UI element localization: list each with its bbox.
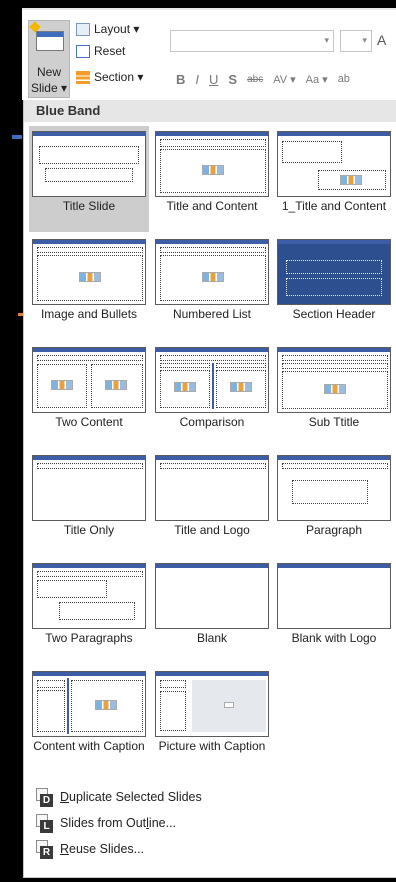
layout-thumbnail bbox=[155, 671, 269, 737]
chevron-down-icon: ▾ bbox=[362, 35, 367, 45]
layout-icon bbox=[76, 22, 90, 36]
layout-tile-comparison[interactable]: Comparison bbox=[152, 342, 272, 448]
layout-tile-title-and-logo[interactable]: Title and Logo bbox=[152, 450, 272, 556]
section-label: Section ▾ bbox=[94, 70, 144, 84]
layout-thumbnail bbox=[277, 131, 391, 197]
layout-tile-section-header[interactable]: Section Header bbox=[274, 234, 394, 340]
underline-button[interactable]: U bbox=[209, 72, 218, 87]
slide-icon bbox=[36, 31, 64, 51]
layout-tile-title-and-content[interactable]: Title and Content bbox=[152, 126, 272, 232]
layout-label: Sub Ttitle bbox=[308, 415, 360, 429]
layout-label: Image and Bullets bbox=[40, 307, 138, 321]
highlight-button[interactable]: ab bbox=[338, 73, 350, 85]
window-edge bbox=[0, 878, 396, 882]
format-toolbar: B I U S abc AV ▾ Aa ▾ ab bbox=[176, 70, 350, 88]
new-slide-dropdown-label: Slide ▾ bbox=[30, 81, 68, 95]
layout-tile-picture-with-caption[interactable]: Picture with Caption bbox=[152, 666, 272, 772]
layout-button[interactable]: Layout ▾ bbox=[76, 20, 139, 38]
layout-label: Picture with Caption bbox=[158, 739, 266, 753]
layout-tile-content-with-caption[interactable]: Content with Caption bbox=[29, 666, 149, 772]
layout-thumbnail bbox=[32, 347, 146, 413]
layout-label: Comparison bbox=[179, 415, 245, 429]
layout-tile-image-and-bullets[interactable]: Image and Bullets bbox=[29, 234, 149, 340]
layout-label: Two Paragraphs bbox=[45, 631, 133, 645]
layout-tile-blank[interactable]: Blank bbox=[152, 558, 272, 664]
reuse-slides-icon: R bbox=[34, 840, 53, 859]
layout-thumbnail bbox=[32, 671, 146, 737]
bold-button[interactable]: B bbox=[176, 72, 185, 87]
slides-from-outline-command[interactable]: L Slides from Outline... bbox=[34, 812, 176, 834]
layout-thumbnail bbox=[32, 131, 146, 197]
app-frame: New Slide ▾ Layout ▾ Reset Section ▾ ▾ ▾… bbox=[0, 0, 396, 882]
chevron-down-icon: ▾ bbox=[324, 35, 329, 45]
layout-thumbnail bbox=[32, 455, 146, 521]
slide-edge-mark bbox=[12, 135, 22, 139]
layout-tile-title-slide[interactable]: Title Slide bbox=[29, 126, 149, 232]
layout-label: Section Header bbox=[292, 307, 376, 321]
command-label: Slides from Outline... bbox=[60, 816, 177, 830]
layout-label: Numbered List bbox=[172, 307, 252, 321]
layout-thumbnail bbox=[277, 347, 391, 413]
layout-label: Title and Logo bbox=[174, 523, 250, 537]
new-slide-label: New bbox=[36, 65, 61, 79]
italic-button[interactable]: I bbox=[195, 72, 199, 87]
layout-thumbnail bbox=[32, 563, 146, 629]
layout-tile-1-title-and-content[interactable]: 1_Title and Content bbox=[274, 126, 394, 232]
layout-label: Title Only bbox=[63, 523, 115, 537]
font-size-combo[interactable]: ▾ bbox=[340, 30, 372, 52]
layout-tile-numbered-list[interactable]: Numbered List bbox=[152, 234, 272, 340]
layout-label: Title Slide bbox=[62, 199, 116, 213]
reset-button[interactable]: Reset bbox=[76, 42, 125, 60]
layout-label: Two Content bbox=[55, 415, 123, 429]
layout-label: 1_Title and Content bbox=[281, 199, 387, 213]
section-button[interactable]: Section ▾ bbox=[76, 68, 143, 86]
layout-thumbnail bbox=[155, 563, 269, 629]
character-spacing-button[interactable]: AV ▾ bbox=[273, 73, 295, 86]
layout-tile-paragraph[interactable]: Paragraph bbox=[274, 450, 394, 556]
layout-label: Title and Content bbox=[166, 199, 258, 213]
new-slide-button[interactable]: New Slide ▾ bbox=[28, 20, 70, 98]
layout-thumbnail bbox=[32, 239, 146, 305]
outline-slides-icon: L bbox=[34, 814, 53, 833]
command-label: Duplicate Selected Slides bbox=[60, 790, 202, 804]
layout-tile-sub-title[interactable]: Sub Ttitle bbox=[274, 342, 394, 448]
layout-gallery-dropdown: Blue Band Title Slide Title and Content bbox=[23, 100, 396, 878]
reset-icon bbox=[76, 44, 90, 58]
layout-thumbnail bbox=[155, 455, 269, 521]
layout-thumbnail bbox=[277, 563, 391, 629]
layout-label: Content with Caption bbox=[33, 739, 145, 753]
shadow-button[interactable]: S bbox=[228, 72, 237, 87]
reuse-slides-command[interactable]: R Reuse Slides... bbox=[34, 838, 144, 860]
layout-thumbnail bbox=[155, 239, 269, 305]
layout-thumbnail bbox=[277, 455, 391, 521]
layout-label: Blank with Logo bbox=[291, 631, 377, 645]
layout-tile-title-only[interactable]: Title Only bbox=[29, 450, 149, 556]
reset-label: Reset bbox=[94, 44, 126, 58]
strikethrough-button[interactable]: abc bbox=[247, 74, 263, 85]
layout-tile-two-paragraphs[interactable]: Two Paragraphs bbox=[29, 558, 149, 664]
change-case-button[interactable]: Aa ▾ bbox=[306, 73, 328, 86]
duplicate-slides-icon: D bbox=[34, 788, 53, 807]
layout-label: Layout ▾ bbox=[94, 22, 140, 36]
command-label: Reuse Slides... bbox=[60, 842, 145, 856]
layout-tile-two-content[interactable]: Two Content bbox=[29, 342, 149, 448]
grow-font-button[interactable]: A bbox=[377, 32, 386, 48]
layout-tile-blank-with-logo[interactable]: Blank with Logo bbox=[274, 558, 394, 664]
section-icon bbox=[76, 70, 90, 84]
layout-group-title: Blue Band bbox=[24, 100, 396, 122]
layout-thumbnail bbox=[155, 131, 269, 197]
layout-thumbnail bbox=[155, 347, 269, 413]
font-name-combo[interactable]: ▾ bbox=[170, 30, 334, 52]
layout-thumbnail bbox=[277, 239, 391, 305]
ribbon: New Slide ▾ Layout ▾ Reset Section ▾ ▾ ▾… bbox=[22, 8, 396, 100]
layout-label: Paragraph bbox=[305, 523, 363, 537]
layout-label: Blank bbox=[196, 631, 228, 645]
duplicate-selected-slides-command[interactable]: D Duplicate Selected Slides bbox=[34, 786, 202, 808]
